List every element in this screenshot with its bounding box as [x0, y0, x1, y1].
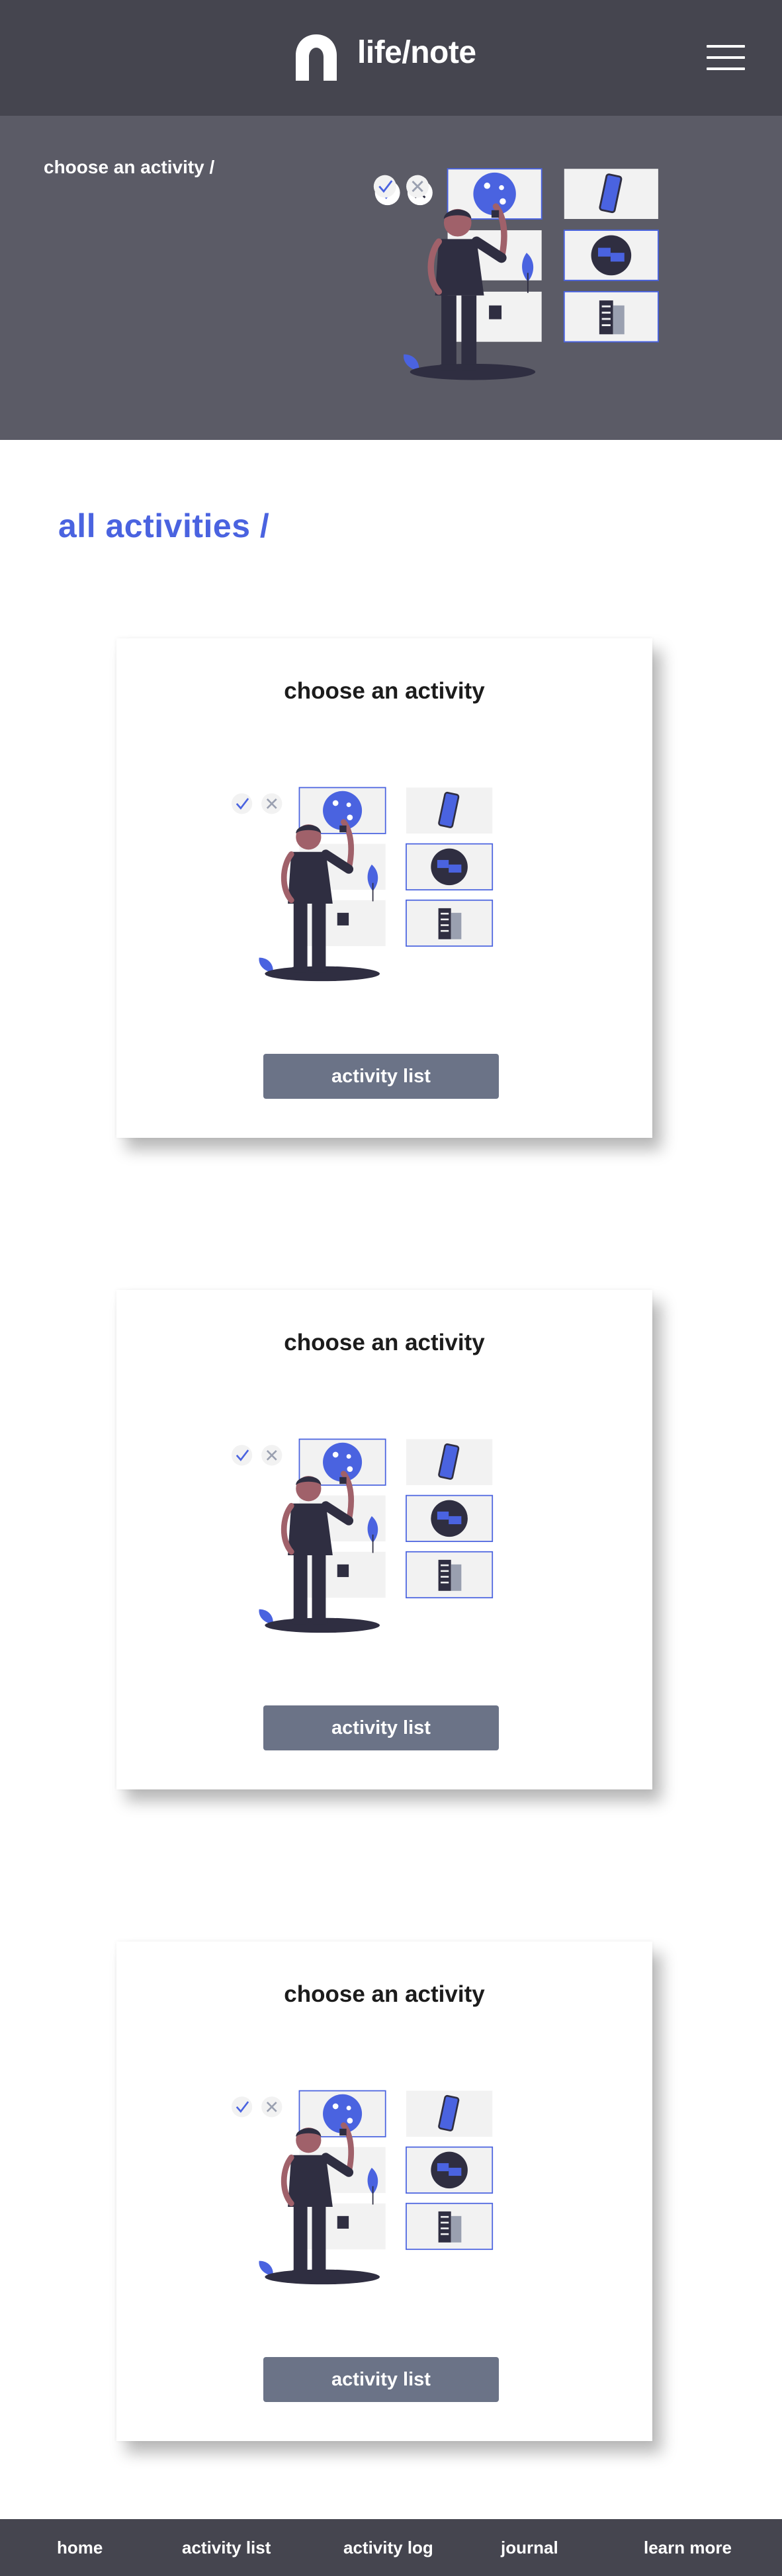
card-title: choose an activity	[284, 1330, 485, 1355]
activity-illustration	[229, 1420, 513, 1638]
footer-link-learn-more[interactable]: learn more	[644, 2519, 732, 2576]
footer-nav: home activity list activity log journal …	[0, 2519, 782, 2576]
activity-list-button[interactable]: activity list	[263, 2357, 499, 2402]
activity-illustration	[229, 2071, 513, 2290]
hamburger-menu-icon[interactable]	[707, 42, 745, 73]
card-title: choose an activity	[284, 678, 485, 704]
activity-list-button[interactable]: activity list	[263, 1054, 499, 1099]
hero-banner: choose an activity /	[0, 116, 782, 440]
footer-link-activity-log[interactable]: activity log	[343, 2519, 433, 2576]
activity-card: choose an activity activity list	[116, 1942, 652, 2441]
footer-link-home[interactable]: home	[57, 2519, 103, 2576]
footer-link-journal[interactable]: journal	[501, 2519, 558, 2576]
activity-card: choose an activity activity list	[116, 1290, 652, 1789]
hero-label: choose an activity /	[44, 157, 215, 177]
section-title: all activities /	[58, 507, 270, 544]
top-navbar: life/note	[0, 0, 782, 116]
footer-link-activity-list[interactable]: activity list	[182, 2519, 271, 2576]
card-title: choose an activity	[284, 1981, 485, 2007]
activity-list-button[interactable]: activity list	[263, 1705, 499, 1750]
brand-title[interactable]: life/note	[357, 34, 476, 71]
activity-illustration	[370, 148, 681, 386]
activity-illustration	[229, 768, 513, 986]
arch-logo-icon[interactable]	[293, 33, 339, 81]
activity-card: choose an activity activity list	[116, 638, 652, 1138]
